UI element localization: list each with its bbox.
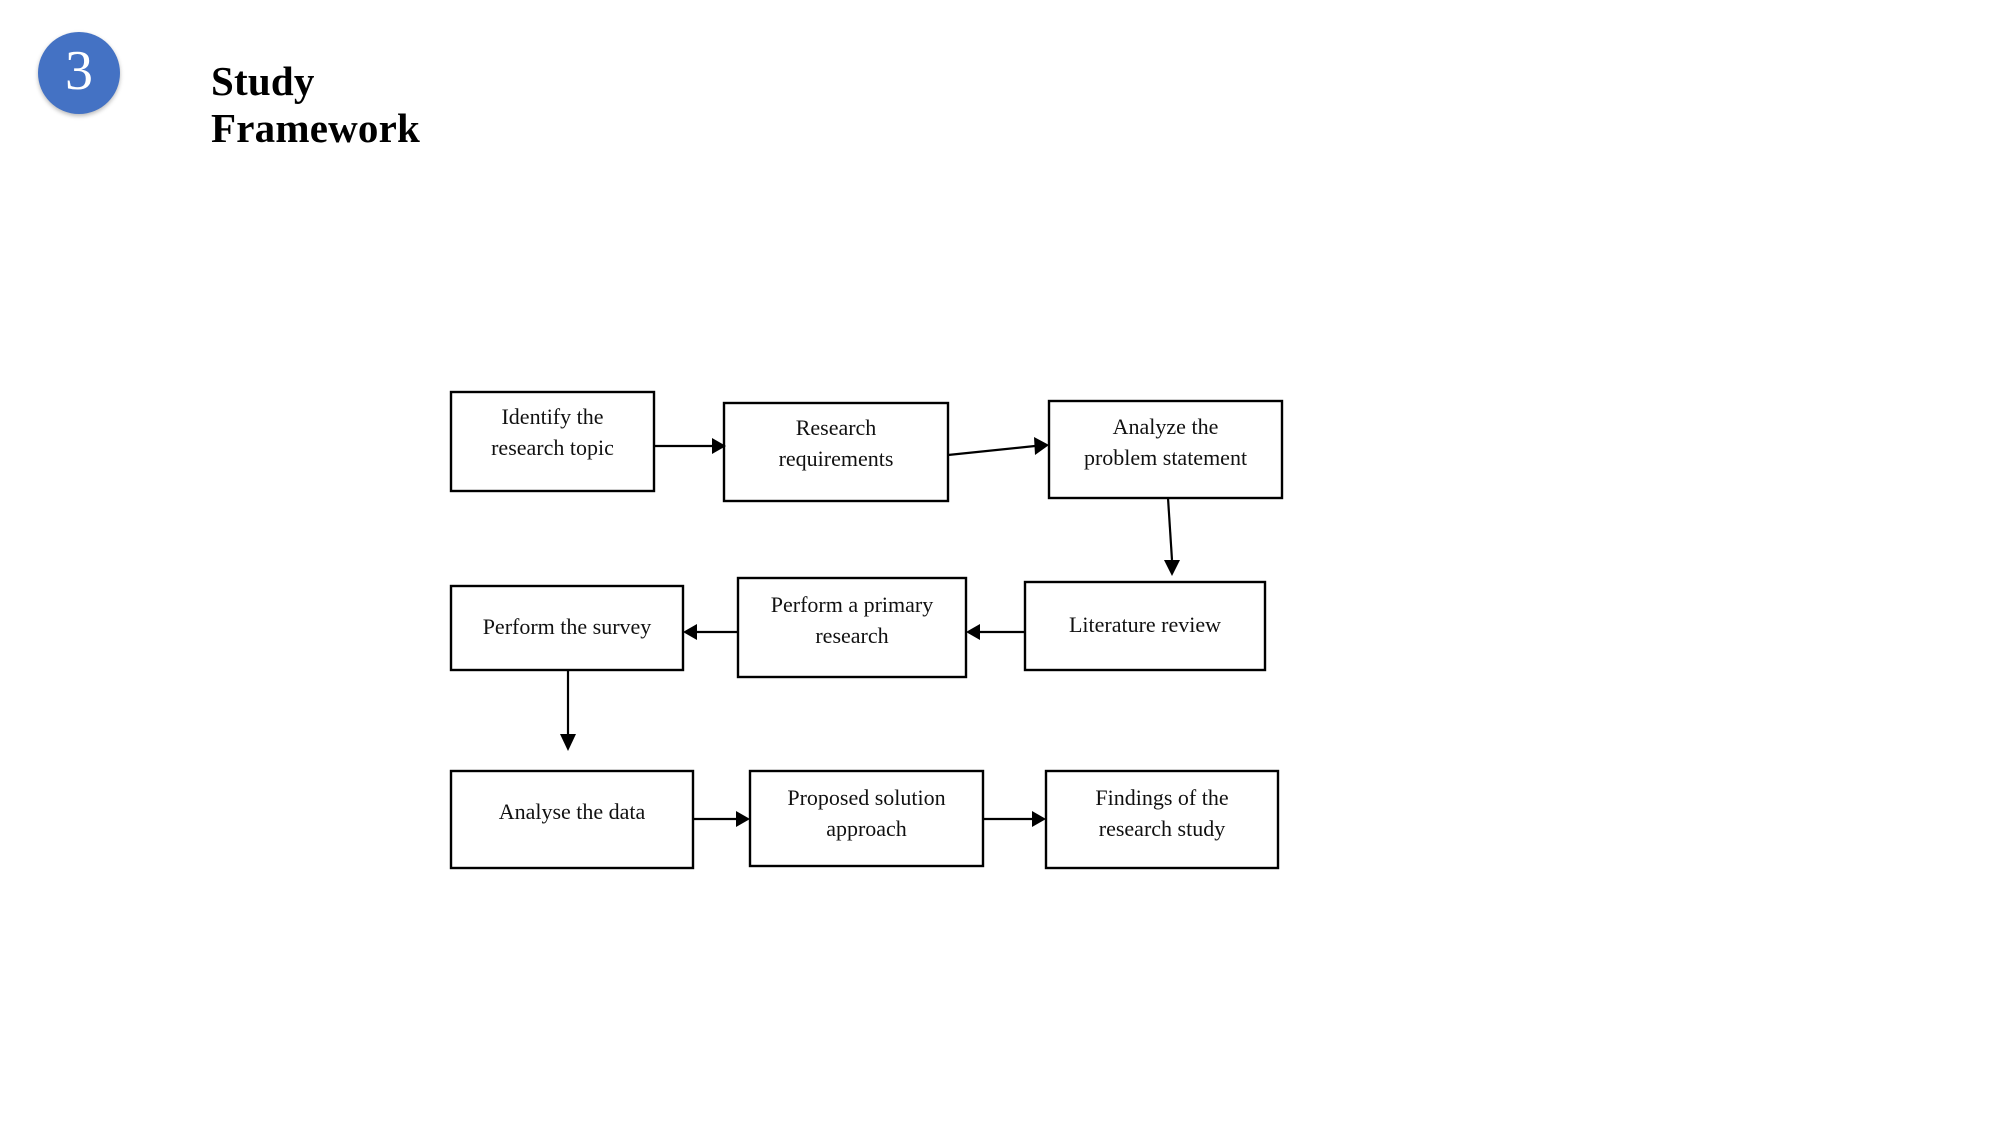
flow-node-label-line2: problem statement bbox=[1084, 445, 1247, 470]
flow-node-label-line2: research topic bbox=[491, 435, 614, 460]
flow-edge-research-to-analyze bbox=[947, 437, 1049, 457]
flow-node-findings-of-the-research-study[interactable]: Findings of the research study bbox=[1044, 769, 1280, 870]
flow-node-label-line1: Research bbox=[796, 415, 877, 440]
flow-node-literature-review[interactable]: Literature review bbox=[1023, 580, 1267, 672]
flow-node-analyze-the-problem-statement[interactable]: Analyze the problem statement bbox=[1047, 399, 1284, 500]
flowchart-canvas: Identify the research topic Research req… bbox=[449, 390, 1284, 870]
flow-node-label-line2: research bbox=[815, 623, 888, 648]
flow-node-label-line2: research study bbox=[1099, 816, 1225, 841]
flow-edge-survey-to-analyse-data bbox=[560, 670, 576, 751]
flow-node-label-line1: Proposed solution bbox=[787, 785, 945, 810]
flow-node-label-line1: Findings of the bbox=[1095, 785, 1228, 810]
flow-node-label-line1: Analyze the bbox=[1113, 414, 1219, 439]
flow-node-research-requirements[interactable]: Research requirements bbox=[722, 401, 950, 503]
flow-edge-primary-research-to-survey bbox=[683, 624, 738, 640]
flow-node-label-line1: Literature review bbox=[1069, 612, 1221, 637]
flow-node-analyse-the-data[interactable]: Analyse the data bbox=[449, 769, 695, 870]
flow-edge-literature-to-primary-research bbox=[966, 624, 1025, 640]
flow-node-perform-the-survey[interactable]: Perform the survey bbox=[449, 584, 685, 672]
flow-edge-analyse-data-to-proposed-solution bbox=[693, 811, 750, 827]
study-framework-flowchart: Identify the research topic Research req… bbox=[0, 0, 2001, 1125]
flow-edge-analyze-to-literature bbox=[1164, 497, 1180, 576]
flow-node-label-line1: Analyse the data bbox=[499, 799, 646, 824]
flow-node-label-line1: Perform a primary bbox=[771, 592, 934, 617]
flow-node-label-line2: requirements bbox=[779, 446, 894, 471]
flow-node-label-line1: Identify the bbox=[501, 404, 603, 429]
flow-edge-identify-to-research bbox=[654, 438, 726, 454]
flow-node-perform-a-primary-research[interactable]: Perform a primary research bbox=[736, 576, 968, 679]
flow-edge-proposed-solution-to-findings bbox=[983, 811, 1046, 827]
flow-node-label-line2: approach bbox=[826, 816, 907, 841]
flow-node-label-line1: Perform the survey bbox=[483, 614, 652, 639]
flow-node-proposed-solution-approach[interactable]: Proposed solution approach bbox=[748, 769, 985, 868]
flow-node-identify-the-research-topic[interactable]: Identify the research topic bbox=[449, 390, 656, 493]
